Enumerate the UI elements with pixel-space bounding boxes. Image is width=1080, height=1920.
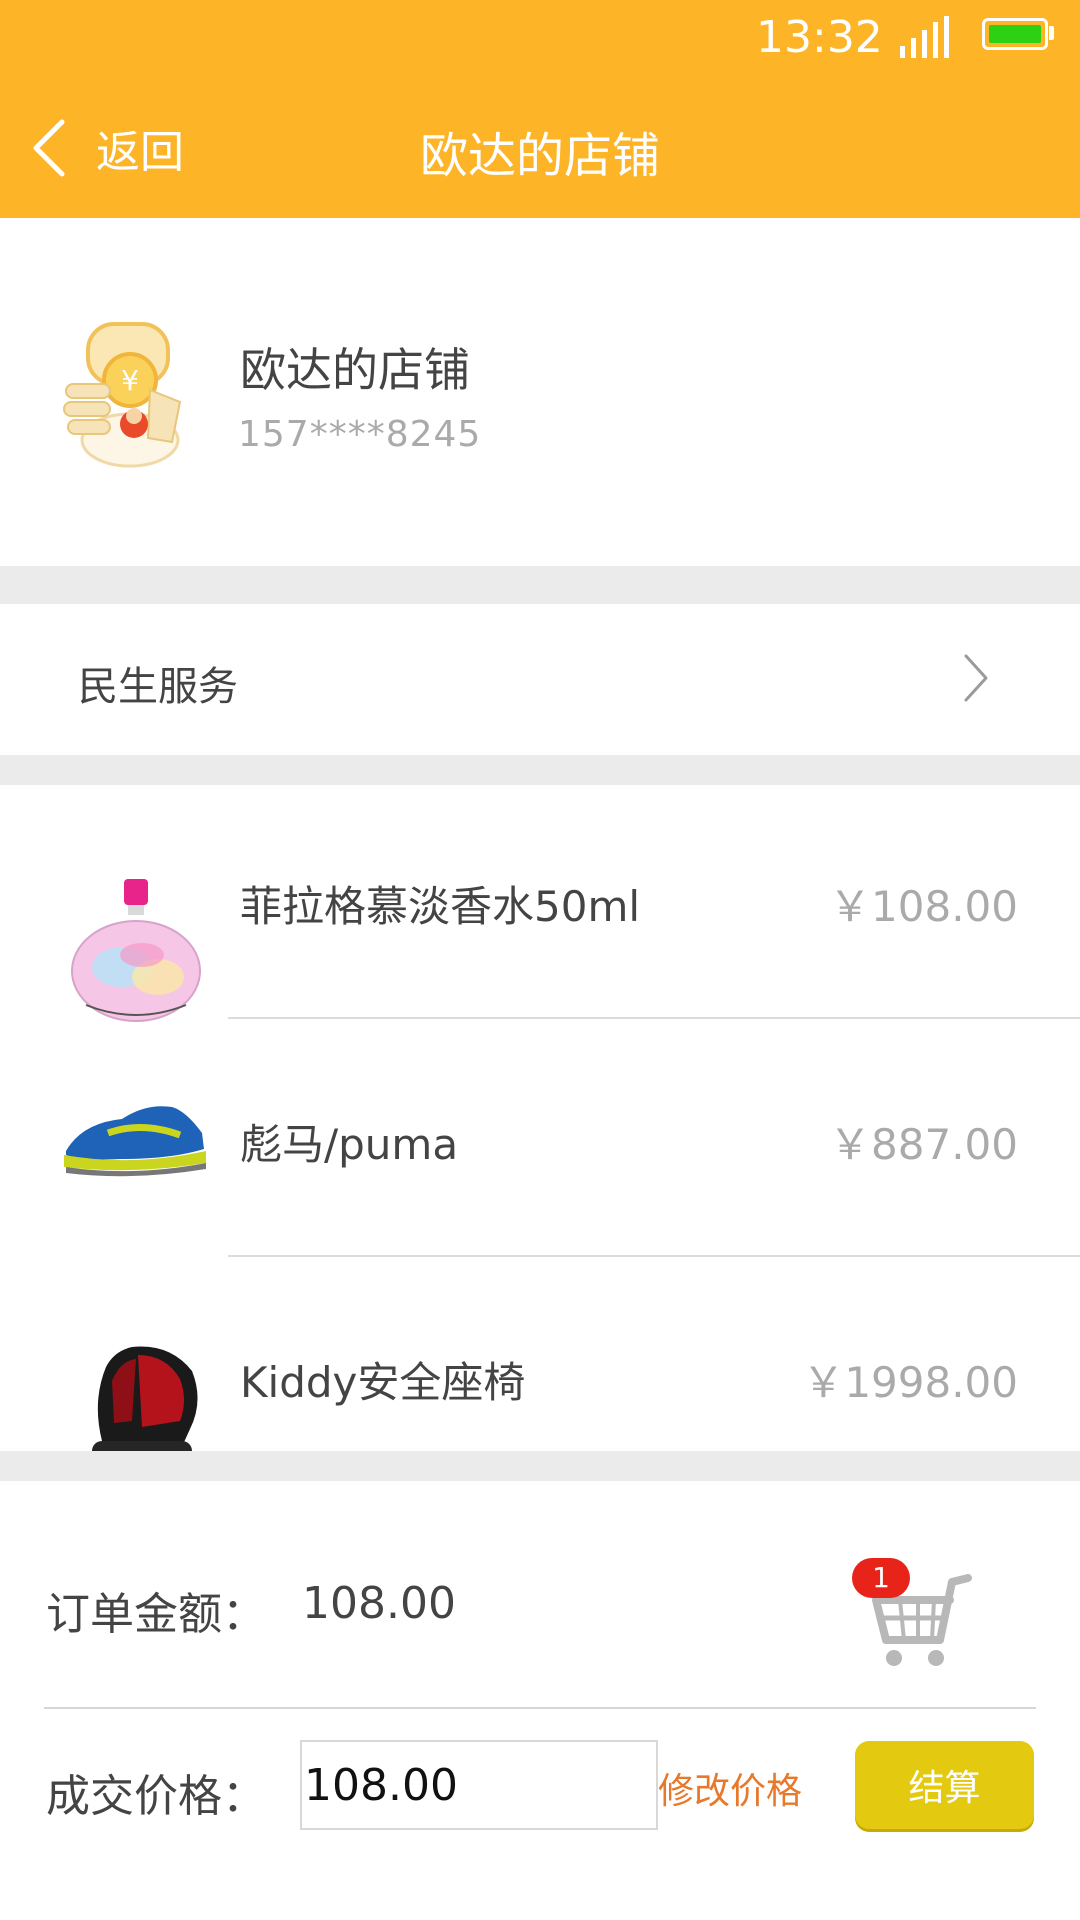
status-time: 13:32 xyxy=(756,12,883,63)
shop-phone: 157****8245 xyxy=(238,414,482,455)
product-price: ￥1998.00 xyxy=(802,1358,1018,1407)
shop-name: 欧达的店铺 xyxy=(240,343,470,397)
car-seat-image xyxy=(92,1346,198,1451)
signal-icon xyxy=(900,16,949,58)
product-name: 菲拉格慕淡香水50ml xyxy=(240,882,641,931)
sneaker-image xyxy=(64,1106,206,1177)
product-name: Kiddy安全座椅 xyxy=(240,1358,526,1407)
section-divider xyxy=(0,755,1080,785)
product-separator xyxy=(228,1017,1080,1019)
product-name: 彪马/puma xyxy=(240,1120,459,1169)
service-row[interactable]: 民生服务 xyxy=(0,604,1080,754)
perfume-image xyxy=(71,879,201,1022)
section-divider xyxy=(0,1451,1080,1481)
section-divider xyxy=(0,566,1080,604)
battery-icon xyxy=(982,18,1048,50)
modify-price-link[interactable]: 修改价格 xyxy=(658,1762,802,1814)
order-amount-value: 108.00 xyxy=(302,1578,456,1629)
deal-price-input[interactable] xyxy=(300,1740,658,1830)
cart-count-badge: 1 xyxy=(852,1558,910,1598)
product-separator xyxy=(228,1255,1080,1257)
page-title: 欧达的店铺 xyxy=(419,128,660,184)
order-separator xyxy=(44,1707,1036,1709)
svg-text:¥: ¥ xyxy=(121,364,139,397)
chevron-right-icon xyxy=(964,654,988,702)
battery-tip xyxy=(1049,26,1054,40)
product-price: ￥108.00 xyxy=(829,882,1018,931)
product-list[interactable]: 菲拉格慕淡香水50ml ￥108.00 彪马/puma ￥887.00 Kidd… xyxy=(0,785,1080,1451)
product-item[interactable]: Kiddy安全座椅 ￥1998.00 xyxy=(0,1261,1080,1451)
service-label: 民生服务 xyxy=(78,664,238,710)
product-price: ￥887.00 xyxy=(829,1120,1018,1169)
product-item[interactable]: 菲拉格慕淡香水50ml ￥108.00 xyxy=(0,785,1080,1023)
shop-logo-icon: ¥ xyxy=(63,322,182,468)
product-item[interactable]: 彪马/puma ￥887.00 xyxy=(0,1023,1080,1261)
order-amount-label: 订单金额： xyxy=(46,1589,266,1640)
checkout-button[interactable]: 结算 xyxy=(855,1741,1034,1829)
deal-price-label: 成交价格： xyxy=(46,1771,266,1822)
